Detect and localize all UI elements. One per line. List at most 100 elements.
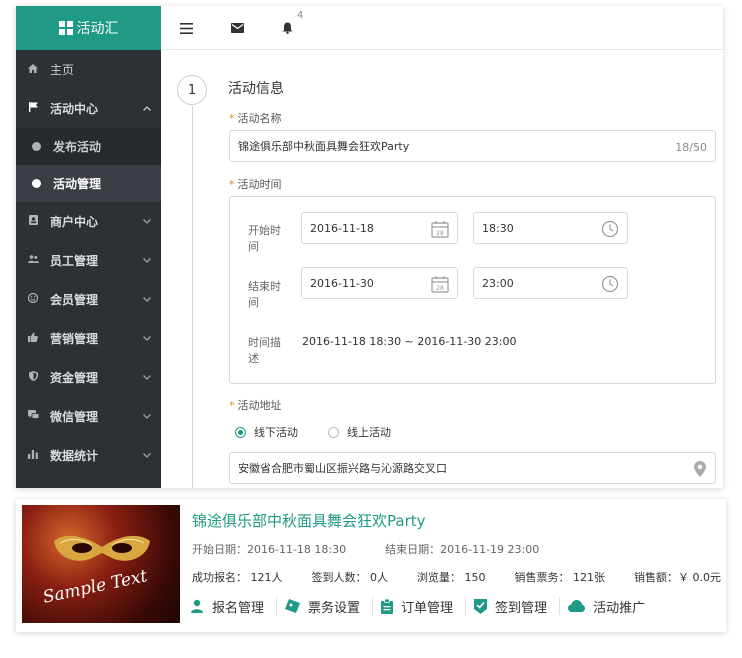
end-time-input[interactable]: 23:00 xyxy=(473,267,628,299)
badge-icon xyxy=(26,215,40,228)
smiley-icon xyxy=(26,292,40,306)
sidebar-item-label: 商户中心 xyxy=(50,215,99,229)
action-label: 报名管理 xyxy=(212,600,265,616)
top-bar: 4 xyxy=(161,6,723,50)
bell-icon[interactable] xyxy=(279,20,295,36)
bullet-icon xyxy=(32,142,41,151)
sidebar-item-staff[interactable]: 员工管理 xyxy=(16,241,161,280)
sidebar-item-label: 主页 xyxy=(50,63,75,77)
brand-title: 活动汇 xyxy=(76,21,119,37)
sidebar-item-label: 员工管理 xyxy=(50,254,99,268)
event-end: 结束日期：2016-11-19 23:00 xyxy=(385,543,540,556)
chevron-down-icon xyxy=(143,412,151,422)
action-label: 签到管理 xyxy=(495,600,548,616)
online-label[interactable]: 线上活动 xyxy=(347,424,391,440)
stat-views: 浏览量： 150 xyxy=(417,571,486,584)
start-date-input[interactable]: 2016-11-18 28 xyxy=(301,212,458,244)
mask-graphic xyxy=(54,535,150,561)
time-desc-label: 时间描述 xyxy=(248,336,281,365)
check-shield-icon xyxy=(474,598,488,614)
sidebar-subitem-manage[interactable]: 活动管理 xyxy=(16,165,161,202)
home-icon xyxy=(26,63,40,76)
chevron-down-icon xyxy=(143,256,151,266)
sidebar-item-funds[interactable]: 资金管理 xyxy=(16,358,161,397)
sidebar-item-label: 数据统计 xyxy=(50,449,99,463)
main-content: 1 活动信息 * 活动名称 锦途俱乐部中秋面具舞会狂欢Party 18/50 * 活… xyxy=(161,50,723,488)
calendar-icon[interactable]: 28 xyxy=(431,220,449,238)
chevron-down-icon xyxy=(143,334,151,344)
online-radio[interactable] xyxy=(328,426,339,438)
poster-text: Sample Text xyxy=(41,566,150,608)
chat-icon xyxy=(26,410,40,423)
clipboard-icon xyxy=(381,598,394,614)
event-card: Sample Text 锦途俱乐部中秋面具舞会狂欢Party 开始日期：2016… xyxy=(16,499,726,632)
sidebar-item-home[interactable]: 主页 xyxy=(16,50,161,89)
name-label: * 活动名称 xyxy=(229,112,282,125)
brand-header[interactable]: 活动汇 xyxy=(16,6,161,50)
promotion-button[interactable]: 活动推广 xyxy=(568,597,657,616)
start-time-input[interactable]: 18:30 xyxy=(473,212,628,244)
mail-icon[interactable] xyxy=(229,20,245,36)
sidebar-item-activity-center[interactable]: 活动中心 xyxy=(16,89,161,128)
logo-icon xyxy=(58,21,73,35)
notification-count: 4 xyxy=(297,10,304,21)
thumbs-up-icon xyxy=(26,332,40,345)
start-time-value: 18:30 xyxy=(482,221,514,235)
event-title[interactable]: 锦途俱乐部中秋面具舞会狂欢Party xyxy=(192,510,426,531)
sidebar-item-label: 活动中心 xyxy=(50,102,99,116)
action-label: 票务设置 xyxy=(308,600,361,616)
order-manage-button[interactable]: 订单管理 xyxy=(381,597,467,616)
char-counter: 18/50 xyxy=(675,141,707,154)
ticket-icon xyxy=(285,599,301,613)
sidebar-subitem-publish[interactable]: 发布活动 xyxy=(16,128,161,165)
bar-chart-icon xyxy=(26,449,40,462)
sidebar-item-label: 资金管理 xyxy=(50,371,99,385)
end-date-input[interactable]: 2016-11-30 28 xyxy=(301,267,458,299)
sidebar-subitem-label: 发布活动 xyxy=(53,140,102,154)
checkin-manage-button[interactable]: 签到管理 xyxy=(474,597,561,616)
ticket-settings-button[interactable]: 票务设置 xyxy=(285,597,374,616)
location-pin-icon[interactable] xyxy=(694,461,706,477)
event-poster-image[interactable]: Sample Text xyxy=(22,505,180,623)
cloud-icon xyxy=(568,600,586,612)
clock-icon[interactable] xyxy=(601,220,619,238)
chevron-down-icon xyxy=(143,295,151,305)
flag-icon xyxy=(26,102,40,115)
sidebar-item-statistics[interactable]: 数据统计 xyxy=(16,436,161,475)
end-time-label: 结束时间 xyxy=(248,280,281,309)
sidebar-item-marketing[interactable]: 营销管理 xyxy=(16,319,161,358)
sidebar-item-merchant[interactable]: 商户中心 xyxy=(16,202,161,241)
step-line xyxy=(192,106,193,488)
chevron-down-icon xyxy=(143,373,151,383)
offline-radio[interactable] xyxy=(235,426,246,438)
chevron-down-icon xyxy=(143,451,151,461)
end-date-value: 2016-11-30 xyxy=(310,276,374,290)
clock-icon[interactable] xyxy=(601,275,619,293)
svg-text:28: 28 xyxy=(436,285,444,292)
address-label: * 活动地址 xyxy=(229,399,282,412)
person-icon xyxy=(191,599,203,613)
sidebar-item-wechat[interactable]: 微信管理 xyxy=(16,397,161,436)
required-mark: * xyxy=(229,399,235,412)
bullet-icon xyxy=(32,179,41,188)
sidebar-subitem-label: 活动管理 xyxy=(53,177,102,191)
card-actions: 报名管理 票务设置 订单管理 签到管理 活动推广 xyxy=(190,597,665,616)
section-title: 活动信息 xyxy=(228,81,284,97)
action-label: 活动推广 xyxy=(593,600,646,616)
stat-checked-in: 签到人数： 0人 xyxy=(311,571,389,584)
sidebar-item-label: 会员管理 xyxy=(50,293,99,307)
start-time-label: 开始时间 xyxy=(248,224,281,253)
stat-registered: 成功报名： 121人 xyxy=(192,571,283,584)
address-input[interactable]: 安徽省合肥市蜀山区振兴路与沁源路交叉口 xyxy=(229,452,716,484)
sidebar: 主页 活动中心 发布活动 活动管理 商户中心 员工管理 会员管理 营销管理 资金… xyxy=(16,50,161,488)
sidebar-item-members[interactable]: 会员管理 xyxy=(16,280,161,319)
offline-label[interactable]: 线下活动 xyxy=(254,424,298,440)
svg-text:28: 28 xyxy=(436,230,444,237)
calendar-icon[interactable]: 28 xyxy=(431,275,449,293)
required-mark: * xyxy=(229,112,235,125)
menu-icon[interactable] xyxy=(178,20,194,36)
activity-name-input[interactable]: 锦途俱乐部中秋面具舞会狂欢Party 18/50 xyxy=(229,130,716,162)
registration-manage-button[interactable]: 报名管理 xyxy=(190,597,278,616)
event-dates: 开始日期：2016-11-18 18:30 结束日期：2016-11-19 23… xyxy=(192,541,539,557)
chevron-up-icon xyxy=(143,104,151,114)
